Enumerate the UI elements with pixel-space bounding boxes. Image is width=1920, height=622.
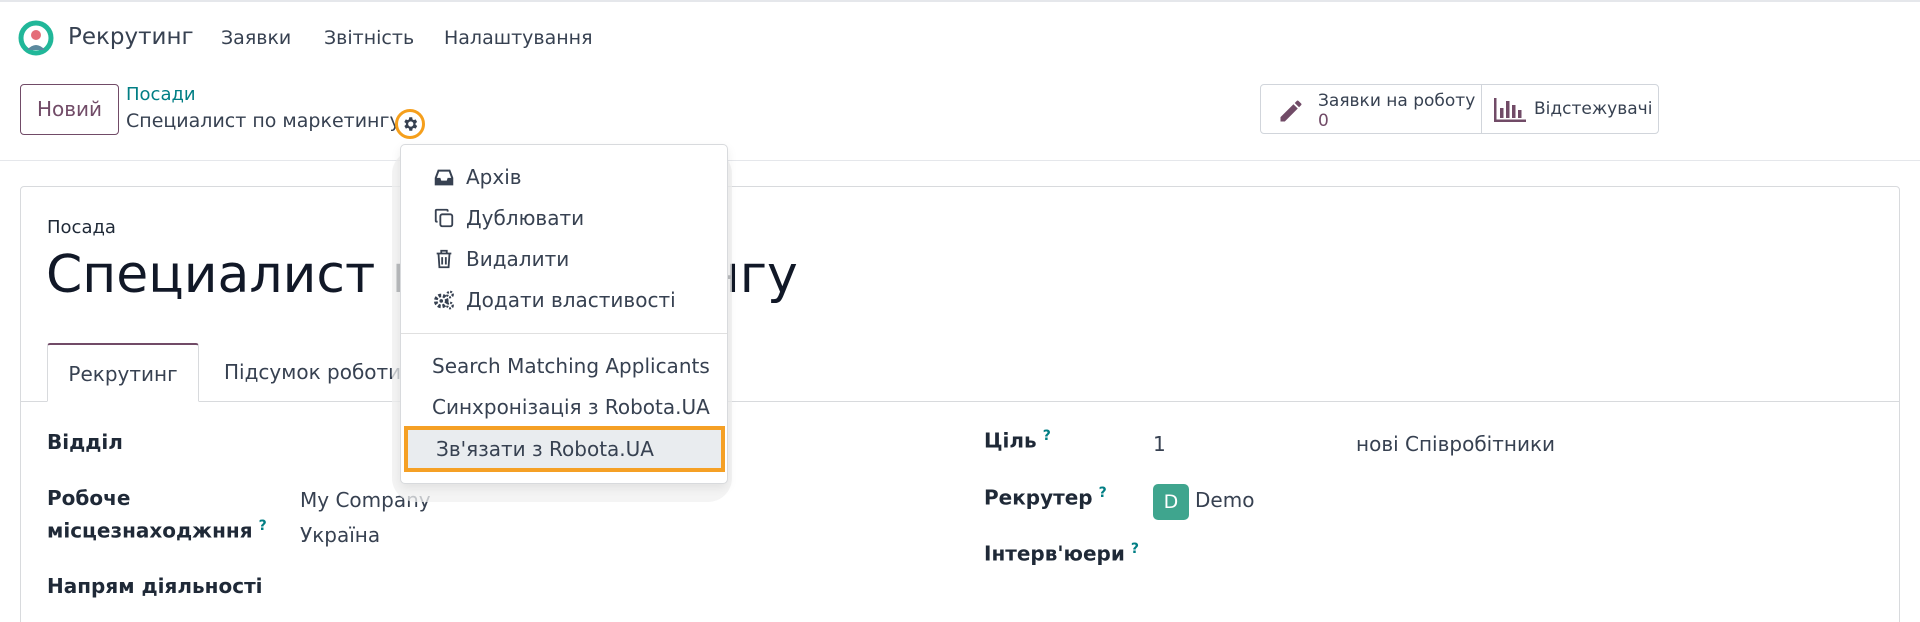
new-button[interactable]: Новий xyxy=(20,84,119,135)
activity-label: Напрям діяльності xyxy=(47,574,263,598)
help-tooltip-icon[interactable]: ? xyxy=(1131,541,1139,557)
help-tooltip-icon[interactable]: ? xyxy=(259,518,267,534)
recruiter-avatar: D xyxy=(1153,484,1189,520)
menu-item-search-matching-applicants[interactable]: Search Matching Applicants xyxy=(401,346,727,386)
menu-divider xyxy=(401,333,727,334)
nav-item-configuration[interactable]: Налаштування xyxy=(444,27,593,49)
target-value[interactable]: 1 xyxy=(1153,432,1166,456)
target-suffix: нові Співробітники xyxy=(1356,432,1556,456)
nav-item-reporting[interactable]: Звітність xyxy=(324,27,414,49)
recruiter-label: Рекрутер? xyxy=(984,485,1107,510)
menu-item-archive[interactable]: Архів xyxy=(401,157,727,197)
department-label: Відділ xyxy=(47,430,123,454)
menu-item-duplicate[interactable]: Дублювати xyxy=(401,198,727,238)
menu-item-link-robota-ua[interactable]: Зв'язати з Robota.UA xyxy=(404,426,725,472)
archive-icon xyxy=(434,169,454,186)
stat-button-applications[interactable]: Заявки на роботу 0 xyxy=(1260,84,1482,134)
actions-gear-button[interactable] xyxy=(395,109,425,139)
target-label: Ціль? xyxy=(984,428,1051,453)
breadcrumb-jobs-link[interactable]: Посади xyxy=(126,84,196,105)
work-location-label-line2: місцезнаходжння xyxy=(47,518,253,543)
stat-applications-value: 0 xyxy=(1318,111,1329,131)
help-tooltip-icon[interactable]: ? xyxy=(1099,485,1107,501)
nav-item-applications[interactable]: Заявки xyxy=(221,27,291,49)
job-position-caption: Посада xyxy=(47,217,116,238)
trash-icon xyxy=(436,249,452,269)
recruitment-logo-icon[interactable] xyxy=(18,20,54,56)
help-tooltip-icon[interactable]: ? xyxy=(1043,428,1051,444)
copy-icon xyxy=(434,208,454,228)
menu-item-sync-robota-ua[interactable]: Синхронізація з Robota.UA xyxy=(401,387,727,427)
work-location-country[interactable]: Україна xyxy=(300,523,380,547)
breadcrumb-current: Специалист по маркетингу xyxy=(126,110,401,132)
recruiter-value[interactable]: Demo xyxy=(1195,488,1254,512)
menu-item-delete[interactable]: Видалити xyxy=(401,239,727,279)
actions-dropdown-menu: Архів Дублювати Видалити Додати властиво… xyxy=(400,144,728,484)
bar-chart-icon xyxy=(1494,98,1526,122)
app-name[interactable]: Рекрутинг xyxy=(68,24,194,50)
menu-item-add-properties[interactable]: Додати властивості xyxy=(401,280,727,320)
control-panel-divider xyxy=(0,160,1920,161)
stat-trackers-label: Відстежувачі xyxy=(1534,99,1653,119)
work-location-label: місцезнаходжння? xyxy=(47,518,267,543)
interviewers-label: Інтерв'юери? xyxy=(984,541,1139,566)
tab-job-summary[interactable]: Підсумок роботи xyxy=(224,343,401,402)
cogs-icon xyxy=(433,290,454,310)
gear-icon xyxy=(404,117,418,131)
stat-button-trackers[interactable]: Відстежувачі xyxy=(1481,84,1659,134)
stat-applications-label: Заявки на роботу xyxy=(1318,91,1476,111)
work-location-label-line1: Робоче xyxy=(47,486,131,510)
top-navbar: Рекрутинг Заявки Звітність Налаштування xyxy=(0,0,1920,72)
pencil-icon xyxy=(1280,100,1302,122)
tab-recruitment[interactable]: Рекрутинг xyxy=(47,343,199,402)
